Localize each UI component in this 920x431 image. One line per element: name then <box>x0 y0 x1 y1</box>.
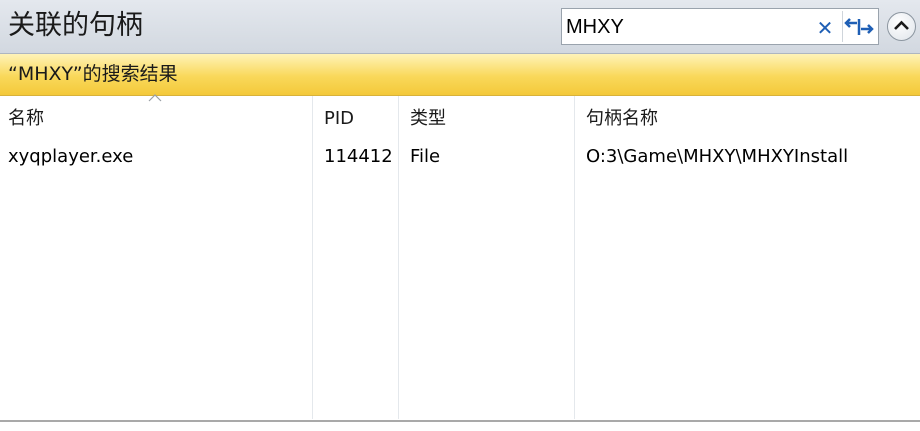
search-box[interactable]: ✕ <box>561 8 879 45</box>
column-divider <box>312 96 313 419</box>
banner-text: “MHXY”的搜索结果 <box>8 63 178 85</box>
cell-process-name: xyqplayer.exe <box>8 146 134 167</box>
search-options-icon[interactable] <box>842 11 876 42</box>
column-divider <box>574 96 575 419</box>
column-header-handle-name[interactable]: 句柄名称 <box>586 108 658 130</box>
window-title: 关联的句柄 <box>8 10 143 41</box>
column-header-pid[interactable]: PID <box>324 108 354 130</box>
cell-pid: 114412 <box>324 146 393 167</box>
bottom-border <box>0 420 920 422</box>
search-input[interactable] <box>566 13 806 41</box>
column-divider <box>398 96 399 419</box>
collapse-button[interactable] <box>887 12 916 41</box>
column-header-name[interactable]: 名称 <box>8 108 44 130</box>
titlebar: 关联的句柄 ✕ <box>0 0 920 54</box>
chevron-up-icon <box>894 20 909 30</box>
cell-handle-name: O:3\Game\MHXY\MHXYInstall <box>586 146 849 167</box>
sort-ascending-icon <box>148 94 162 102</box>
column-header-type[interactable]: 类型 <box>410 108 446 130</box>
search-results-banner: “MHXY”的搜索结果 <box>0 54 920 96</box>
close-icon[interactable]: ✕ <box>814 17 836 39</box>
cell-type: File <box>410 146 441 167</box>
results-table: 名称 PID 类型 句柄名称 xyqplayer.exe 114412 File… <box>0 94 920 419</box>
